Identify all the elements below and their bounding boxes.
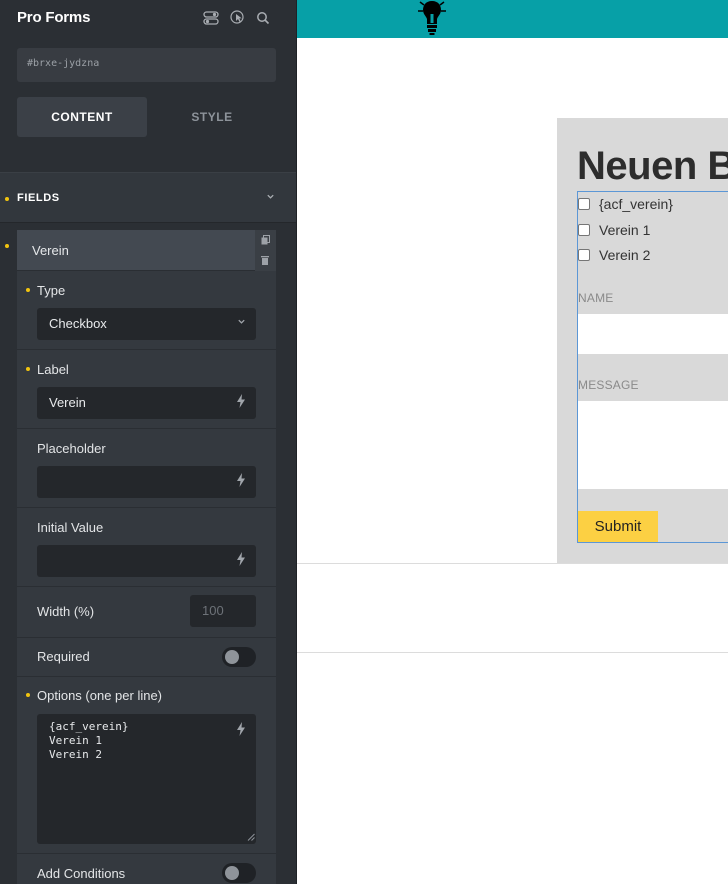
modified-dot — [26, 367, 30, 371]
initial-value-control: Initial Value — [17, 508, 276, 587]
width-label: Width (%) — [37, 604, 95, 619]
placeholder-label: Placeholder — [37, 441, 106, 456]
checkbox[interactable] — [578, 249, 590, 261]
header-icons — [203, 10, 271, 26]
checkbox-option[interactable]: {acf_verein} — [578, 196, 673, 212]
search-icon[interactable] — [255, 10, 271, 26]
initial-value-input[interactable] — [37, 545, 256, 577]
repeater-item-title: Verein — [32, 243, 69, 258]
required-toggle[interactable] — [222, 647, 256, 667]
toggle-icon[interactable] — [203, 10, 219, 26]
resize-handle-icon[interactable] — [247, 833, 255, 843]
element-id-value: #brxe-jydzna — [27, 58, 100, 69]
message-field-label: MESSAGE — [578, 378, 639, 392]
trash-icon[interactable] — [261, 255, 269, 267]
bolt-icon[interactable] — [236, 473, 246, 490]
repeater-actions — [255, 230, 276, 271]
options-label: Options (one per line) — [37, 688, 163, 703]
bolt-icon[interactable] — [236, 552, 246, 569]
copy-icon[interactable] — [261, 235, 270, 247]
bolt-icon[interactable] — [236, 394, 246, 411]
fields-section-label: FIELDS — [17, 192, 60, 204]
modified-dot — [5, 244, 9, 248]
modified-dot — [5, 197, 9, 201]
bolt-icon[interactable] — [236, 722, 246, 739]
lightbulb-icon — [415, 0, 449, 36]
repeater-item-header[interactable]: Verein — [17, 230, 255, 271]
element-id-field[interactable]: #brxe-jydzna — [17, 48, 276, 82]
submit-button[interactable]: Submit — [578, 511, 658, 542]
placeholder-input[interactable] — [37, 466, 256, 498]
checkbox-label: Verein 1 — [599, 222, 651, 238]
form-heading: Neuen B — [577, 144, 728, 188]
type-select-value: Checkbox — [49, 316, 107, 331]
options-textarea-value: {acf_verein} Verein 1 Verein 2 — [49, 720, 129, 761]
builder-panel: Pro Forms #brxe-jydzna CONTENT STYLE FIE… — [0, 0, 297, 884]
options-textarea[interactable]: {acf_verein} Verein 1 Verein 2 — [37, 714, 256, 844]
checkbox-option[interactable]: Verein 1 — [578, 222, 650, 238]
add-conditions-label: Add Conditions — [37, 866, 126, 881]
toggle-knob — [225, 650, 239, 664]
label-input-value: Verein — [49, 395, 86, 410]
chevron-down-icon — [266, 192, 275, 204]
name-field-label: NAME — [578, 291, 614, 305]
options-control: Options (one per line) {acf_verein} Vere… — [17, 677, 276, 854]
type-label: Type — [37, 283, 66, 298]
toggle-knob — [225, 866, 239, 880]
width-input[interactable]: 100 — [190, 595, 256, 627]
tab-style[interactable]: STYLE — [147, 97, 277, 137]
panel-header: Pro Forms — [0, 0, 296, 36]
checkbox[interactable] — [578, 198, 590, 210]
label-input[interactable]: Verein — [37, 387, 256, 419]
modified-dot — [26, 288, 30, 292]
type-select[interactable]: Checkbox — [37, 308, 256, 340]
placeholder-control: Placeholder — [17, 429, 276, 508]
width-control: Width (%) 100 — [17, 587, 276, 638]
panel-title: Pro Forms — [17, 9, 91, 26]
initial-value-label: Initial Value — [37, 520, 104, 535]
preview-header-bar — [297, 0, 728, 38]
add-conditions-control: Add Conditions — [17, 854, 276, 884]
required-label: Required — [37, 649, 90, 664]
pointer-icon[interactable] — [229, 10, 245, 26]
message-textarea[interactable] — [578, 401, 728, 489]
checkbox-option[interactable]: Verein 2 — [578, 247, 650, 263]
label-control: Label Verein — [17, 350, 276, 429]
chevron-down-icon — [237, 317, 246, 328]
pro-form[interactable]: {acf_verein} Verein 1 Verein 2 NAME MESS… — [577, 191, 728, 543]
label-label: Label — [37, 362, 69, 377]
tab-content[interactable]: CONTENT — [17, 97, 147, 137]
section-divider — [297, 652, 728, 653]
checkbox-label: Verein 2 — [599, 247, 651, 263]
add-conditions-toggle[interactable] — [222, 863, 256, 883]
name-input[interactable] — [578, 314, 728, 354]
width-input-placeholder: 100 — [202, 603, 224, 618]
form-section: Neuen B {acf_verein} Verein 1 Verein 2 N… — [557, 118, 728, 563]
checkbox[interactable] — [578, 224, 590, 236]
modified-dot — [26, 693, 30, 697]
section-divider — [297, 563, 728, 564]
checkbox-label: {acf_verein} — [599, 196, 673, 212]
type-control: Type Checkbox — [17, 271, 276, 350]
required-control: Required — [17, 638, 276, 677]
field-repeater-item: Verein Type Checkbox Label Verein Placeh… — [17, 230, 276, 884]
fields-section-header[interactable]: FIELDS — [0, 172, 296, 223]
